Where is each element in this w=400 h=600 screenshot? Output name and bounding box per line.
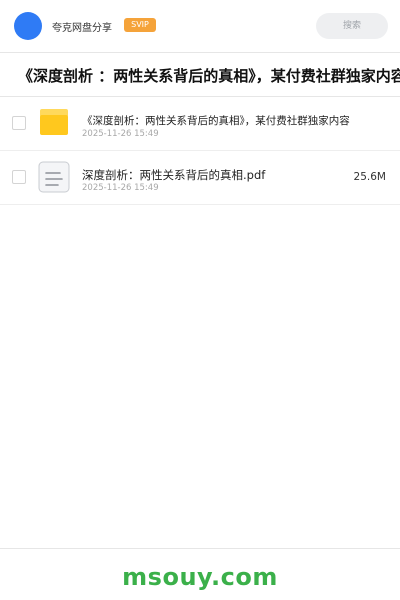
file-name: 《深度剖析：两性关系背后的真相》，某付费社群独家内容 (82, 115, 350, 127)
svip-badge: SVIP (124, 18, 156, 32)
document-icon (38, 161, 70, 193)
file-size: 25.6M (353, 171, 386, 183)
footer: msouy.com (0, 548, 400, 600)
folder-title: 《深度剖析 ：两性关系背后的真相》，某付费社群独家内容 (18, 67, 400, 85)
search-input[interactable]: 搜索 (316, 13, 388, 39)
watermark-text: msouy.com (122, 563, 278, 591)
header: 夸克网盘分享 SVIP 搜索 (0, 0, 400, 53)
list-item[interactable]: 深度剖析：两性关系背后的真相.pdf 2025-11-26 15:49 25.6… (0, 151, 400, 205)
file-name: 深度剖析：两性关系背后的真相.pdf (82, 168, 266, 182)
file-date: 2025-11-26 15:49 (82, 183, 159, 193)
select-checkbox[interactable] (12, 170, 26, 184)
file-date: 2025-11-26 15:49 (82, 129, 159, 139)
folder-icon (38, 107, 70, 139)
share-page: 夸克网盘分享 SVIP 搜索 《深度剖析 ：两性关系背后的真相》，某付费社群独家… (0, 0, 400, 600)
app-name: 夸克网盘分享 (52, 23, 112, 34)
list-item[interactable]: 《深度剖析：两性关系背后的真相》，某付费社群独家内容 2025-11-26 15… (0, 97, 400, 151)
folder-title-bar: 《深度剖析 ：两性关系背后的真相》，某付费社群独家内容 (0, 52, 400, 97)
avatar[interactable] (14, 12, 42, 40)
select-checkbox[interactable] (12, 116, 26, 130)
